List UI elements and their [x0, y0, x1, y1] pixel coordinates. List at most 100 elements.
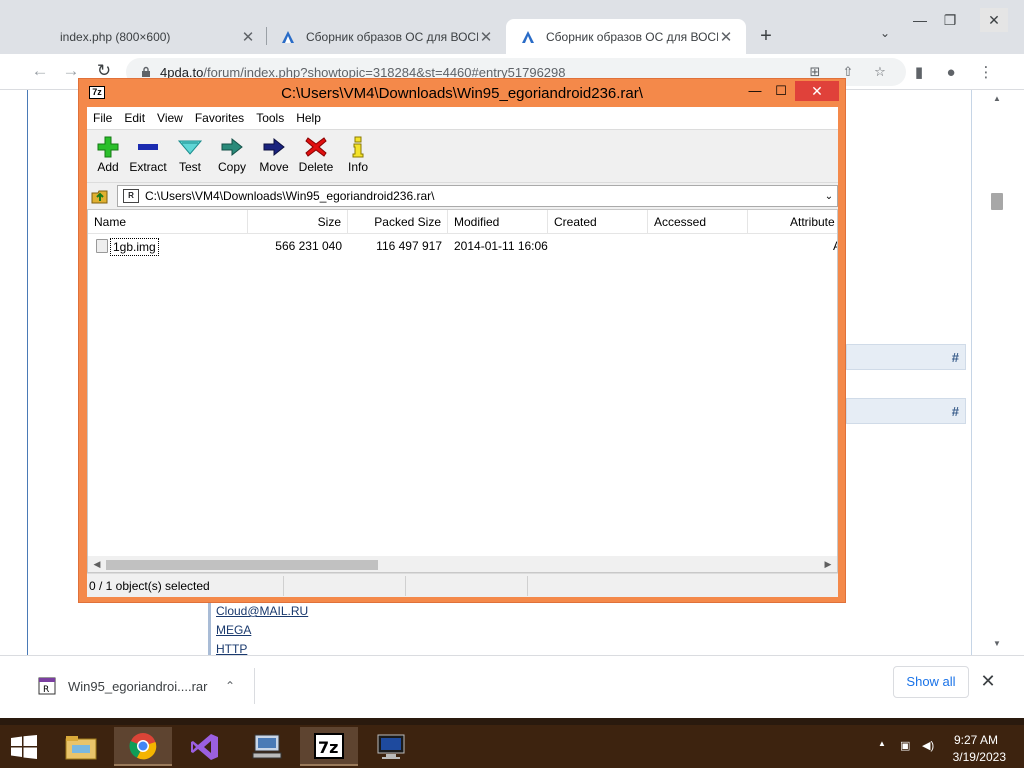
- move-icon: [263, 137, 285, 157]
- computer-network-icon: [252, 734, 282, 758]
- tab-title: index.php (800×600): [60, 29, 171, 44]
- scroll-left-arrow-icon[interactable]: ◀: [90, 559, 104, 570]
- menu-favorites[interactable]: Favorites: [189, 111, 250, 125]
- list-header: Name Size Packed Size Modified Created A…: [88, 210, 837, 234]
- scroll-up-arrow-icon[interactable]: ▲: [990, 94, 1004, 103]
- profile-avatar-icon[interactable]: ●: [940, 62, 962, 84]
- close-icon[interactable]: ✕: [240, 28, 256, 46]
- folder-up-icon[interactable]: [91, 187, 109, 205]
- info-button[interactable]: Info: [337, 134, 379, 180]
- system-tray: ▲ ▣ ◀) 9:27 AM 3/19/2023: [870, 725, 1020, 768]
- chrome-task[interactable]: [114, 727, 172, 766]
- post-anchor-link[interactable]: #: [952, 350, 959, 365]
- extract-icon: [138, 144, 158, 150]
- add-button[interactable]: Add: [87, 134, 129, 180]
- close-icon[interactable]: ✕: [478, 28, 494, 46]
- file-explorer-task[interactable]: [52, 727, 110, 766]
- chevron-up-icon[interactable]: ⌃: [220, 679, 240, 693]
- vm-task[interactable]: [362, 727, 420, 766]
- extract-button[interactable]: Extract: [127, 134, 169, 180]
- file-name: 1gb.img: [110, 238, 159, 256]
- status-bar: 0 / 1 object(s) selected: [87, 573, 838, 597]
- menu-edit[interactable]: Edit: [118, 111, 151, 125]
- file-attribute: A: [833, 236, 837, 256]
- scroll-down-arrow-icon[interactable]: ▼: [990, 639, 1004, 648]
- svg-text:R: R: [43, 685, 49, 695]
- col-name[interactable]: Name: [88, 210, 248, 234]
- col-created[interactable]: Created: [548, 210, 648, 234]
- chrome-icon: [129, 732, 157, 759]
- show-hidden-icons-chevron-icon[interactable]: ▲: [878, 739, 886, 748]
- close-button[interactable]: ✕: [795, 81, 839, 101]
- clock-date[interactable]: 3/19/2023: [953, 750, 1006, 764]
- menu-view[interactable]: View: [151, 111, 189, 125]
- download-item[interactable]: R Win95_egoriandroi....rar ⌃: [16, 668, 255, 704]
- file-row[interactable]: 1gb.img 566 231 040 116 497 917 2014-01-…: [88, 236, 837, 256]
- network-icon[interactable]: ▣: [900, 739, 910, 752]
- copy-button[interactable]: Copy: [211, 134, 253, 180]
- menu-tools[interactable]: Tools: [250, 111, 290, 125]
- close-shelf-icon[interactable]: ✕: [978, 671, 998, 691]
- page-scroll-thumb[interactable]: [991, 193, 1003, 210]
- bookmark-star-icon[interactable]: ☆: [871, 64, 889, 82]
- menu-file[interactable]: File: [87, 111, 118, 125]
- tab-index[interactable]: index.php (800×600) ✕: [46, 19, 268, 54]
- menu-help[interactable]: Help: [290, 111, 327, 125]
- col-accessed[interactable]: Accessed: [648, 210, 748, 234]
- file-modified: 2014-01-11 16:06: [454, 239, 548, 253]
- close-icon[interactable]: ✕: [718, 28, 734, 46]
- rar-file-icon: R: [38, 677, 56, 695]
- toolbar: Add Extract Test Copy Move Delete Info: [87, 129, 838, 183]
- menu-bar: File Edit View Favorites Tools Help: [87, 107, 838, 129]
- tab-4pda-1[interactable]: Сборник образов ОС для ВОСН ✕: [266, 19, 506, 54]
- col-size[interactable]: Size: [248, 210, 348, 234]
- link-cloud-mail[interactable]: Cloud@MAIL.RU: [216, 602, 968, 621]
- menu-kebab-icon[interactable]: ⋮: [975, 62, 997, 84]
- maximize-button[interactable]: ❐: [936, 8, 964, 32]
- horizontal-scrollbar[interactable]: ◀ ▶: [88, 556, 837, 572]
- visual-studio-icon: [191, 733, 218, 760]
- maximize-button[interactable]: ☐: [769, 81, 793, 101]
- show-all-button[interactable]: Show all: [893, 666, 969, 698]
- tab-4pda-active[interactable]: Сборник образов ОС для ВОСН ✕: [506, 19, 746, 54]
- file-list[interactable]: Name Size Packed Size Modified Created A…: [87, 209, 838, 573]
- add-icon: [97, 136, 119, 158]
- close-window-button[interactable]: ✕: [980, 8, 1008, 32]
- copy-icon: [221, 137, 243, 157]
- delete-icon: [305, 137, 327, 157]
- side-panel-icon[interactable]: ▮: [908, 62, 930, 84]
- 7zip-client-area: File Edit View Favorites Tools Help Add …: [87, 107, 838, 597]
- move-button[interactable]: Move: [253, 134, 295, 180]
- link-http[interactable]: HTTP: [216, 640, 968, 655]
- test-button[interactable]: Test: [169, 134, 211, 180]
- link-mega[interactable]: MEGA: [216, 621, 968, 640]
- visual-studio-task[interactable]: [176, 727, 234, 766]
- col-attribute[interactable]: Attribute: [784, 210, 837, 234]
- scroll-right-arrow-icon[interactable]: ▶: [821, 559, 835, 570]
- delete-button[interactable]: Delete: [295, 134, 337, 180]
- post-anchor-link[interactable]: #: [952, 404, 959, 419]
- start-button[interactable]: [0, 725, 48, 768]
- downloads-shelf: R Win95_egoriandroi....rar ⌃ Show all ✕: [0, 655, 1024, 718]
- minimize-button[interactable]: —: [743, 81, 767, 101]
- volume-icon[interactable]: ◀): [922, 739, 934, 752]
- 7zip-titlebar[interactable]: 7z C:\Users\VM4\Downloads\Win95_egoriand…: [79, 79, 845, 107]
- dropdown-chevron-icon[interactable]: ⌄: [821, 191, 837, 202]
- page-scrollbar[interactable]: [988, 90, 1006, 655]
- post-header-bar: #: [846, 398, 966, 424]
- tab-title: Сборник образов ОС для ВОСН: [306, 29, 478, 44]
- clock-time[interactable]: 9:27 AM: [954, 733, 998, 747]
- col-modified[interactable]: Modified: [448, 210, 548, 234]
- back-button[interactable]: ←: [28, 60, 52, 84]
- address-row: R C:\Users\VM4\Downloads\Win95_egoriandr…: [87, 183, 838, 209]
- minimize-button[interactable]: —: [906, 8, 934, 32]
- lock-icon: [142, 66, 150, 77]
- 7zip-icon: 7z: [314, 732, 344, 759]
- 7zip-task[interactable]: 7z: [300, 727, 358, 766]
- path-combobox[interactable]: R C:\Users\VM4\Downloads\Win95_egoriandr…: [117, 185, 838, 207]
- col-packed-size[interactable]: Packed Size: [348, 210, 448, 234]
- horizontal-scroll-thumb[interactable]: [106, 560, 378, 570]
- tab-search-chevron-icon[interactable]: ⌄: [875, 26, 895, 46]
- new-tab-button[interactable]: +: [753, 24, 779, 50]
- network-task[interactable]: [238, 727, 296, 766]
